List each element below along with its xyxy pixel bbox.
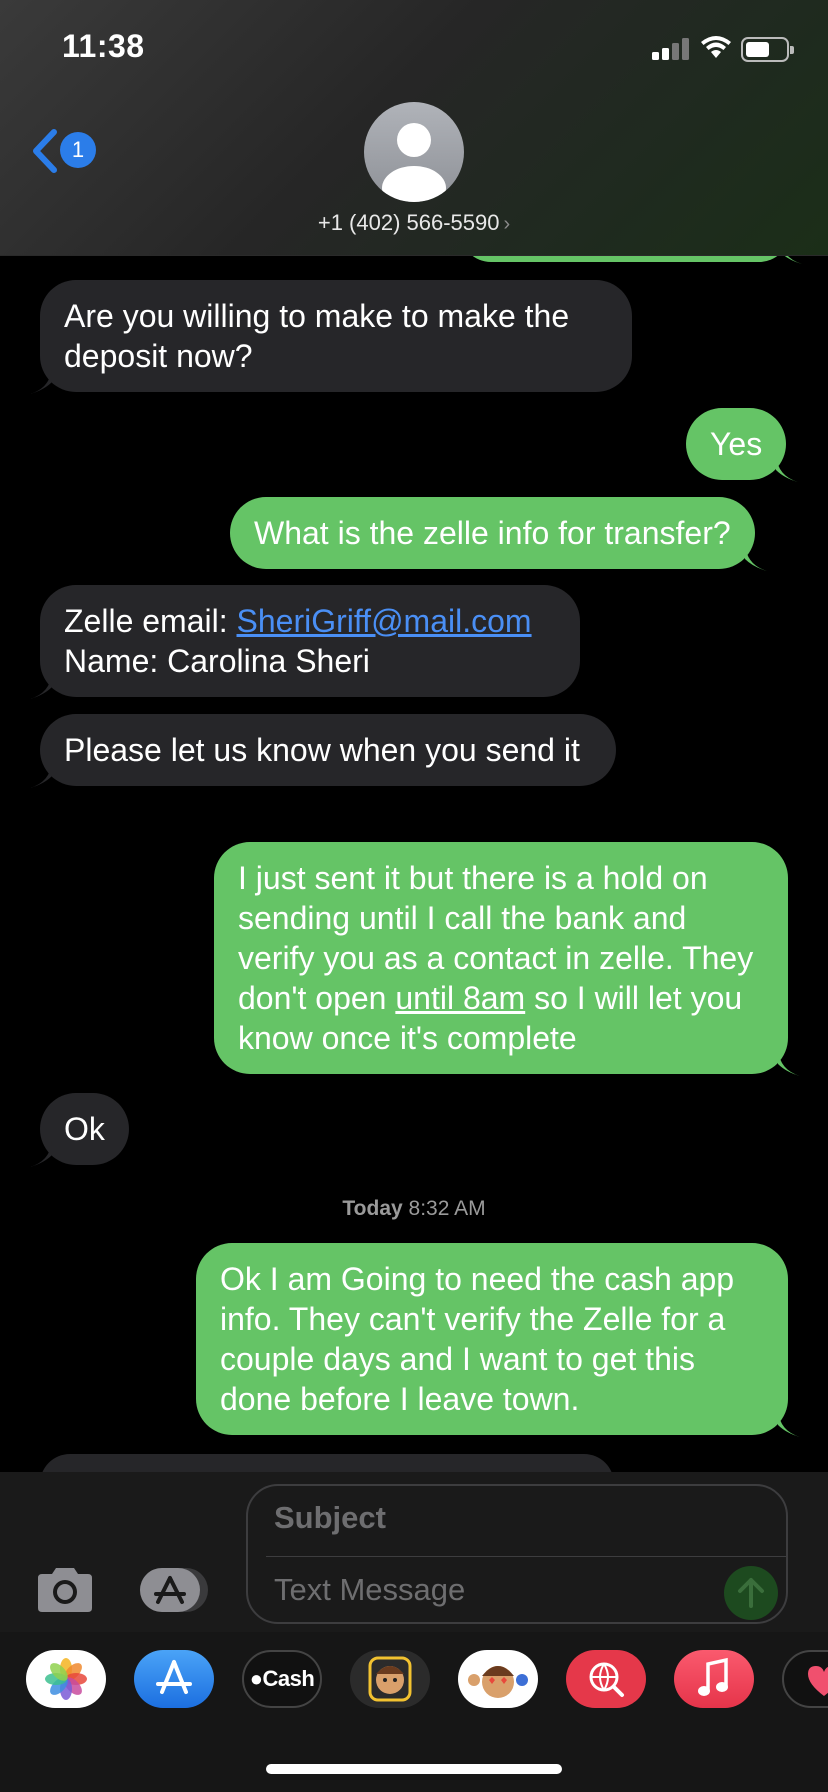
email-link[interactable]: SheriGriff@mail.com — [237, 603, 532, 639]
app-store-app-button[interactable] — [134, 1650, 214, 1708]
imessage-app-drawer: ●Cash — [0, 1632, 828, 1792]
bubble-tail — [776, 456, 799, 482]
memoji-stickers-app-button[interactable] — [458, 1650, 538, 1708]
bubble-tail — [30, 762, 52, 788]
chevron-left-icon — [33, 129, 57, 173]
message-text: Yes — [710, 426, 763, 462]
send-button[interactable] — [724, 1566, 778, 1620]
message-bubble-outgoing[interactable]: Yes — [686, 408, 799, 482]
message-text: Ok — [64, 1111, 105, 1147]
memoji-icon — [368, 1656, 412, 1702]
bubble-tail — [778, 1050, 800, 1076]
contact-number: +1 (402) 566-5590 — [317, 210, 500, 235]
bubble-tail — [744, 545, 767, 571]
message-bubble-incoming[interactable]: Ok — [30, 1093, 129, 1167]
cash-label: Cash — [262, 1666, 315, 1691]
battery-icon — [741, 37, 794, 62]
message-timestamp: Today 8:32 AM — [0, 1197, 828, 1221]
zelle-name-line: Name: Carolina Sheri — [64, 643, 370, 679]
photos-app-button[interactable] — [26, 1650, 106, 1708]
digital-touch-app-button[interactable] — [782, 1650, 828, 1708]
status-time: 11:38 — [62, 28, 145, 64]
time-link[interactable]: until 8am — [395, 980, 525, 1016]
heart-touch-icon — [808, 1666, 828, 1696]
back-button[interactable]: 1 — [30, 128, 100, 174]
zelle-email-label: Zelle email: — [64, 603, 237, 639]
unread-badge: 1 — [60, 132, 96, 168]
apple-cash-app-button[interactable]: ●Cash — [242, 1650, 322, 1708]
subject-input[interactable]: Subject — [274, 1500, 386, 1536]
message-text: Are you willing to make to make the depo… — [64, 298, 570, 374]
contact-name-button[interactable]: +1 (402) 566-5590 › — [0, 210, 828, 236]
message-composer: Subject Text Message — [0, 1472, 828, 1632]
message-bubble-outgoing[interactable]: Ok I am Going to need the cash app info.… — [196, 1243, 800, 1437]
music-note-icon — [698, 1657, 728, 1696]
message-text: What is the zelle info for transfer? — [254, 515, 731, 551]
person-icon — [382, 123, 446, 202]
conversation-header: 11:38 1 +1 (402) 566-5590 › — [0, 0, 828, 256]
app-store-icon — [156, 1660, 192, 1694]
input-divider — [266, 1556, 786, 1557]
timestamp-day: Today — [342, 1197, 403, 1220]
message-text: Ok I am Going to need the cash app info.… — [220, 1261, 735, 1417]
bubble-tail — [778, 1411, 800, 1437]
cellular-signal-icon — [652, 38, 690, 60]
images-search-app-button[interactable] — [566, 1650, 646, 1708]
app-store-drawer-icon[interactable] — [138, 1566, 212, 1614]
message-bubble-incoming-partial[interactable] — [40, 1454, 614, 1472]
message-bubble-incoming[interactable]: Are you willing to make to make the depo… — [30, 280, 632, 394]
apple-logo-icon: ● — [249, 1666, 263, 1691]
chevron-right-icon: › — [503, 213, 511, 235]
globe-search-icon — [589, 1662, 624, 1697]
timestamp-time: 8:32 AM — [408, 1197, 486, 1220]
text-message-input[interactable]: Text Message — [274, 1572, 465, 1608]
message-input-box[interactable]: Subject Text Message — [246, 1484, 788, 1624]
message-bubble-outgoing[interactable]: I just sent it but there is a hold on se… — [214, 842, 800, 1076]
wifi-icon — [701, 36, 731, 58]
music-app-button[interactable] — [674, 1650, 754, 1708]
contact-avatar[interactable] — [364, 102, 464, 202]
memoji-app-button[interactable] — [350, 1650, 430, 1708]
memoji-stickers-icon — [468, 1666, 528, 1698]
camera-icon[interactable] — [34, 1566, 96, 1614]
message-bubble-incoming[interactable]: Please let us know when you send it — [30, 714, 616, 788]
home-indicator[interactable] — [266, 1764, 562, 1774]
bubble-tail — [30, 673, 52, 699]
message-bubble-incoming[interactable]: Zelle email: SheriGriff@mail.com Name: C… — [30, 585, 580, 699]
bubble-tail — [30, 368, 52, 394]
bubble-tail — [30, 1141, 52, 1167]
photos-icon — [45, 1658, 87, 1700]
arrow-up-icon — [738, 1578, 764, 1608]
message-text: Please let us know when you send it — [64, 732, 580, 768]
message-bubble-outgoing[interactable]: What is the zelle info for transfer? — [230, 497, 767, 571]
